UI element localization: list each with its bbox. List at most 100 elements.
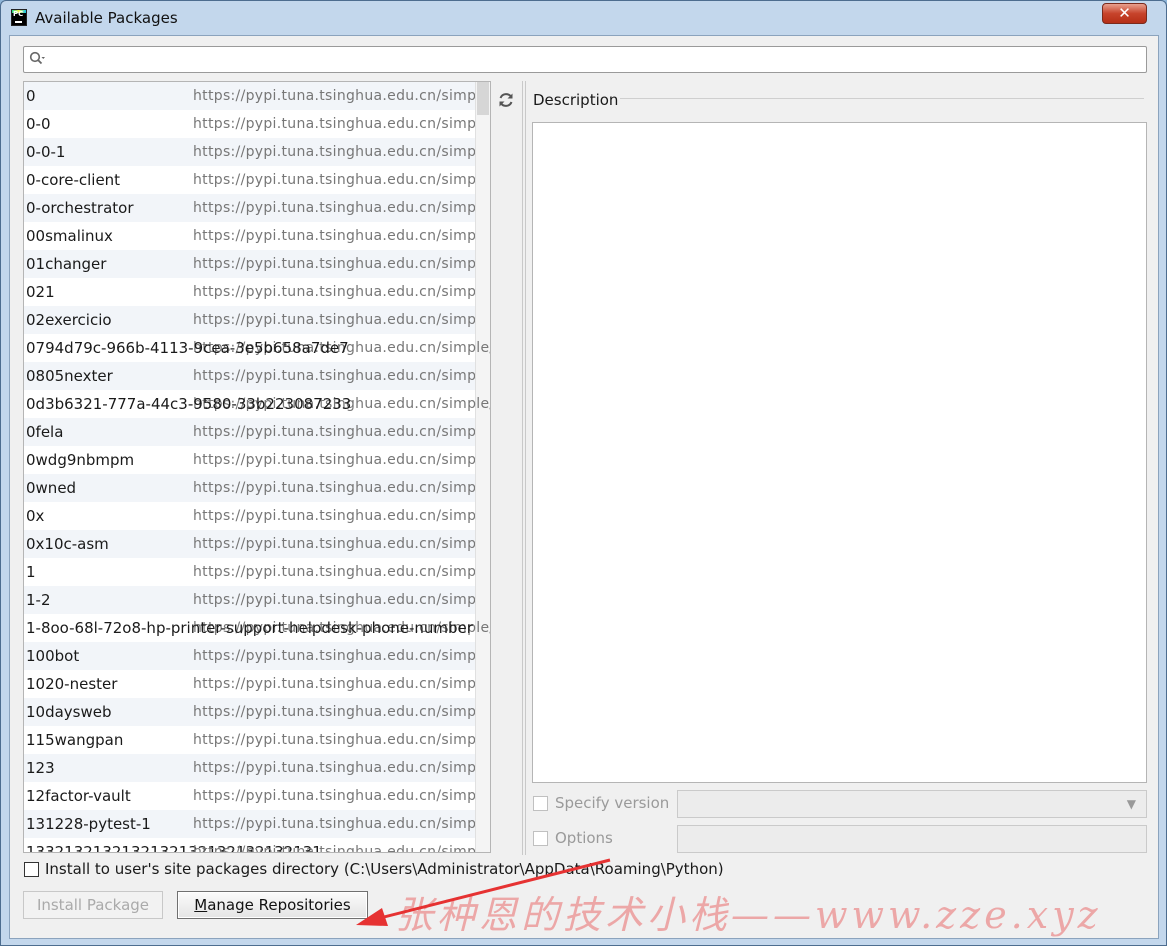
package-repository-url: https://pypi.tuna.tsinghua.edu.cn/simple… <box>193 676 490 692</box>
pycharm-app-icon: PC <box>11 9 27 26</box>
package-row[interactable]: 131228-pytest-1 https://pypi.tuna.tsinghu… <box>24 810 490 838</box>
package-name: 01changer <box>26 255 107 273</box>
package-row[interactable]: 0-orchestrator https://pypi.tuna.tsinghua… <box>24 194 490 222</box>
package-name: 1 <box>26 563 36 581</box>
package-repository-url: https://pypi.tuna.tsinghua.edu.cn/simple… <box>193 116 490 132</box>
package-row[interactable]: 100bot https://pypi.tuna.tsinghua.edu.cn/… <box>24 642 490 670</box>
package-repository-url: https://pypi.tuna.tsinghua.edu.cn/simple… <box>193 368 490 384</box>
title-bar[interactable]: PC Available Packages ✕ <box>1 1 1166 35</box>
package-row[interactable]: 0wned https://pypi.tuna.tsinghua.edu.cn/s… <box>24 474 490 502</box>
package-list-scrollbar[interactable] <box>475 82 490 852</box>
annotation-arrow <box>356 858 611 926</box>
package-repository-url: https://pypi.tuna.tsinghua.edu.cn/simple… <box>193 704 490 720</box>
package-name: 10daysweb <box>26 703 112 721</box>
specify-version-label: Specify version <box>555 794 670 812</box>
package-name: 1020-nester <box>26 675 118 693</box>
package-name: 0-0 <box>26 115 51 133</box>
install-user-site-checkbox[interactable] <box>24 862 39 877</box>
description-panel <box>532 122 1147 783</box>
package-repository-url: https://pypi.tuna.tsinghua.edu.cn/simple… <box>193 452 490 468</box>
version-select[interactable]: ▼ <box>677 790 1147 818</box>
package-repository-url: https://pypi.tuna.tsinghua.edu.cn/simple… <box>193 508 490 524</box>
install-package-button[interactable]: Install Package <box>23 891 163 919</box>
package-row[interactable]: 0 https://pypi.tuna.tsinghua.edu.cn/simpl… <box>24 82 490 110</box>
package-name: 1-2 <box>26 591 51 609</box>
package-name: 0805nexter <box>26 367 113 385</box>
package-row[interactable]: 00smalinux https://pypi.tuna.tsinghua.edu… <box>24 222 490 250</box>
package-name: 00smalinux <box>26 227 113 245</box>
package-row[interactable]: 1 https://pypi.tuna.tsinghua.edu.cn/simpl… <box>24 558 490 586</box>
package-row[interactable]: 021 https://pypi.tuna.tsinghua.edu.cn/sim… <box>24 278 490 306</box>
package-rows: 0 https://pypi.tuna.tsinghua.edu.cn/simpl… <box>24 82 490 852</box>
package-row[interactable]: 0794d79c-966b-4113-9cea-3e5b658a7de7 http… <box>24 334 490 362</box>
package-repository-url: https://pypi.tuna.tsinghua.edu.cn/simple… <box>193 480 490 496</box>
dialog-content: 0 https://pypi.tuna.tsinghua.edu.cn/simpl… <box>9 35 1159 939</box>
package-row[interactable]: 0fela https://pypi.tuna.tsinghua.edu.cn/s… <box>24 418 490 446</box>
close-icon: ✕ <box>1118 4 1131 22</box>
package-name: 021 <box>26 283 55 301</box>
package-row[interactable]: 10daysweb https://pypi.tuna.tsinghua.edu.… <box>24 698 490 726</box>
package-row[interactable]: 1332132132132132132132132132131 https://p… <box>24 838 490 852</box>
package-repository-url: https://pypi.tuna.tsinghua.edu.cn/simple… <box>193 228 490 244</box>
package-row[interactable]: 02exercicio https://pypi.tuna.tsinghua.ed… <box>24 306 490 334</box>
package-row[interactable]: 0-0 https://pypi.tuna.tsinghua.edu.cn/sim… <box>24 110 490 138</box>
package-name: 0-0-1 <box>26 143 66 161</box>
scrollbar-thumb[interactable] <box>477 82 489 115</box>
package-row[interactable]: 0d3b6321-777a-44c3-9580-33b223087233 http… <box>24 390 490 418</box>
specify-version-checkbox[interactable] <box>533 796 548 811</box>
package-row[interactable]: 0x10c-asm https://pypi.tuna.tsinghua.edu.… <box>24 530 490 558</box>
options-input[interactable] <box>677 825 1147 853</box>
chevron-down-icon: ▼ <box>1126 797 1136 811</box>
package-name: 131228-pytest-1 <box>26 815 151 833</box>
package-repository-url: https://pypi.tuna.tsinghua.edu.cn/simple… <box>193 816 490 832</box>
close-button[interactable]: ✕ <box>1102 3 1147 24</box>
package-repository-url: https://pypi.tuna.tsinghua.edu.cn/simple… <box>193 256 490 272</box>
package-repository-url: https://pypi.tuna.tsinghua.edu.cn/simple… <box>193 144 490 160</box>
package-row[interactable]: 0-core-client https://pypi.tuna.tsinghua.… <box>24 166 490 194</box>
package-name: 0wned <box>26 479 77 497</box>
refresh-icon[interactable] <box>496 90 516 110</box>
package-name: 0d3b6321-777a-44c3-9580-33b223087233 <box>26 395 352 413</box>
package-name: 0-orchestrator <box>26 199 134 217</box>
package-repository-url: https://pypi.tuna.tsinghua.edu.cn/simple… <box>193 172 490 188</box>
package-row[interactable]: 1-8oo-68l-72o8-hp-printer-support-helpde… <box>24 614 490 642</box>
package-name: 0794d79c-966b-4113-9cea-3e5b658a7de7 <box>26 339 349 357</box>
package-name: 0wdg9nbmpm <box>26 451 135 469</box>
manage-repositories-button[interactable]: Manage Repositories <box>177 891 368 919</box>
search-input[interactable] <box>52 49 1141 71</box>
options-checkbox[interactable] <box>533 831 548 846</box>
package-repository-url: https://pypi.tuna.tsinghua.edu.cn/simple… <box>193 592 490 608</box>
package-row[interactable]: 1020-nester https://pypi.tuna.tsinghua.ed… <box>24 670 490 698</box>
panel-splitter[interactable] <box>522 81 528 855</box>
package-row[interactable]: 0805nexter https://pypi.tuna.tsinghua.edu… <box>24 362 490 390</box>
package-repository-url: https://pypi.tuna.tsinghua.edu.cn/simple… <box>193 760 490 776</box>
package-row[interactable]: 1-2 https://pypi.tuna.tsinghua.edu.cn/sim… <box>24 586 490 614</box>
package-repository-url: https://pypi.tuna.tsinghua.edu.cn/simple… <box>193 788 490 804</box>
package-repository-url: https://pypi.tuna.tsinghua.edu.cn/simple… <box>193 88 490 104</box>
package-row[interactable]: 0x https://pypi.tuna.tsinghua.edu.cn/simp… <box>24 502 490 530</box>
description-label: Description <box>533 91 619 109</box>
search-icon[interactable] <box>29 51 45 67</box>
package-name: 02exercicio <box>26 311 112 329</box>
package-name: 123 <box>26 759 55 777</box>
package-list[interactable]: 0 https://pypi.tuna.tsinghua.edu.cn/simpl… <box>23 81 491 853</box>
package-row[interactable]: 12factor-vault https://pypi.tuna.tsinghua… <box>24 782 490 810</box>
package-repository-url: https://pypi.tuna.tsinghua.edu.cn/simple… <box>193 732 490 748</box>
options-label: Options <box>555 829 613 847</box>
package-name: 0fela <box>26 423 64 441</box>
package-repository-url: https://pypi.tuna.tsinghua.edu.cn/simple… <box>193 648 490 664</box>
package-row[interactable]: 01changer https://pypi.tuna.tsinghua.edu.… <box>24 250 490 278</box>
search-field[interactable] <box>23 46 1147 73</box>
package-repository-url: https://pypi.tuna.tsinghua.edu.cn/simple… <box>193 424 490 440</box>
package-name: 0x10c-asm <box>26 535 109 553</box>
package-repository-url: https://pypi.tuna.tsinghua.edu.cn/simple… <box>193 536 490 552</box>
package-repository-url: https://pypi.tuna.tsinghua.edu.cn/simple… <box>193 284 490 300</box>
dialog-window: PC Available Packages ✕ 0 https://pypi.tu… <box>0 0 1167 946</box>
package-row[interactable]: 0wdg9nbmpm https://pypi.tuna.tsinghua.edu… <box>24 446 490 474</box>
package-row[interactable]: 115wangpan https://pypi.tuna.tsinghua.edu… <box>24 726 490 754</box>
package-name: 0-core-client <box>26 171 121 189</box>
package-row[interactable]: 123 https://pypi.tuna.tsinghua.edu.cn/sim… <box>24 754 490 782</box>
package-name: 12factor-vault <box>26 787 131 805</box>
description-separator <box>620 98 1144 99</box>
package-row[interactable]: 0-0-1 https://pypi.tuna.tsinghua.edu.cn/s… <box>24 138 490 166</box>
